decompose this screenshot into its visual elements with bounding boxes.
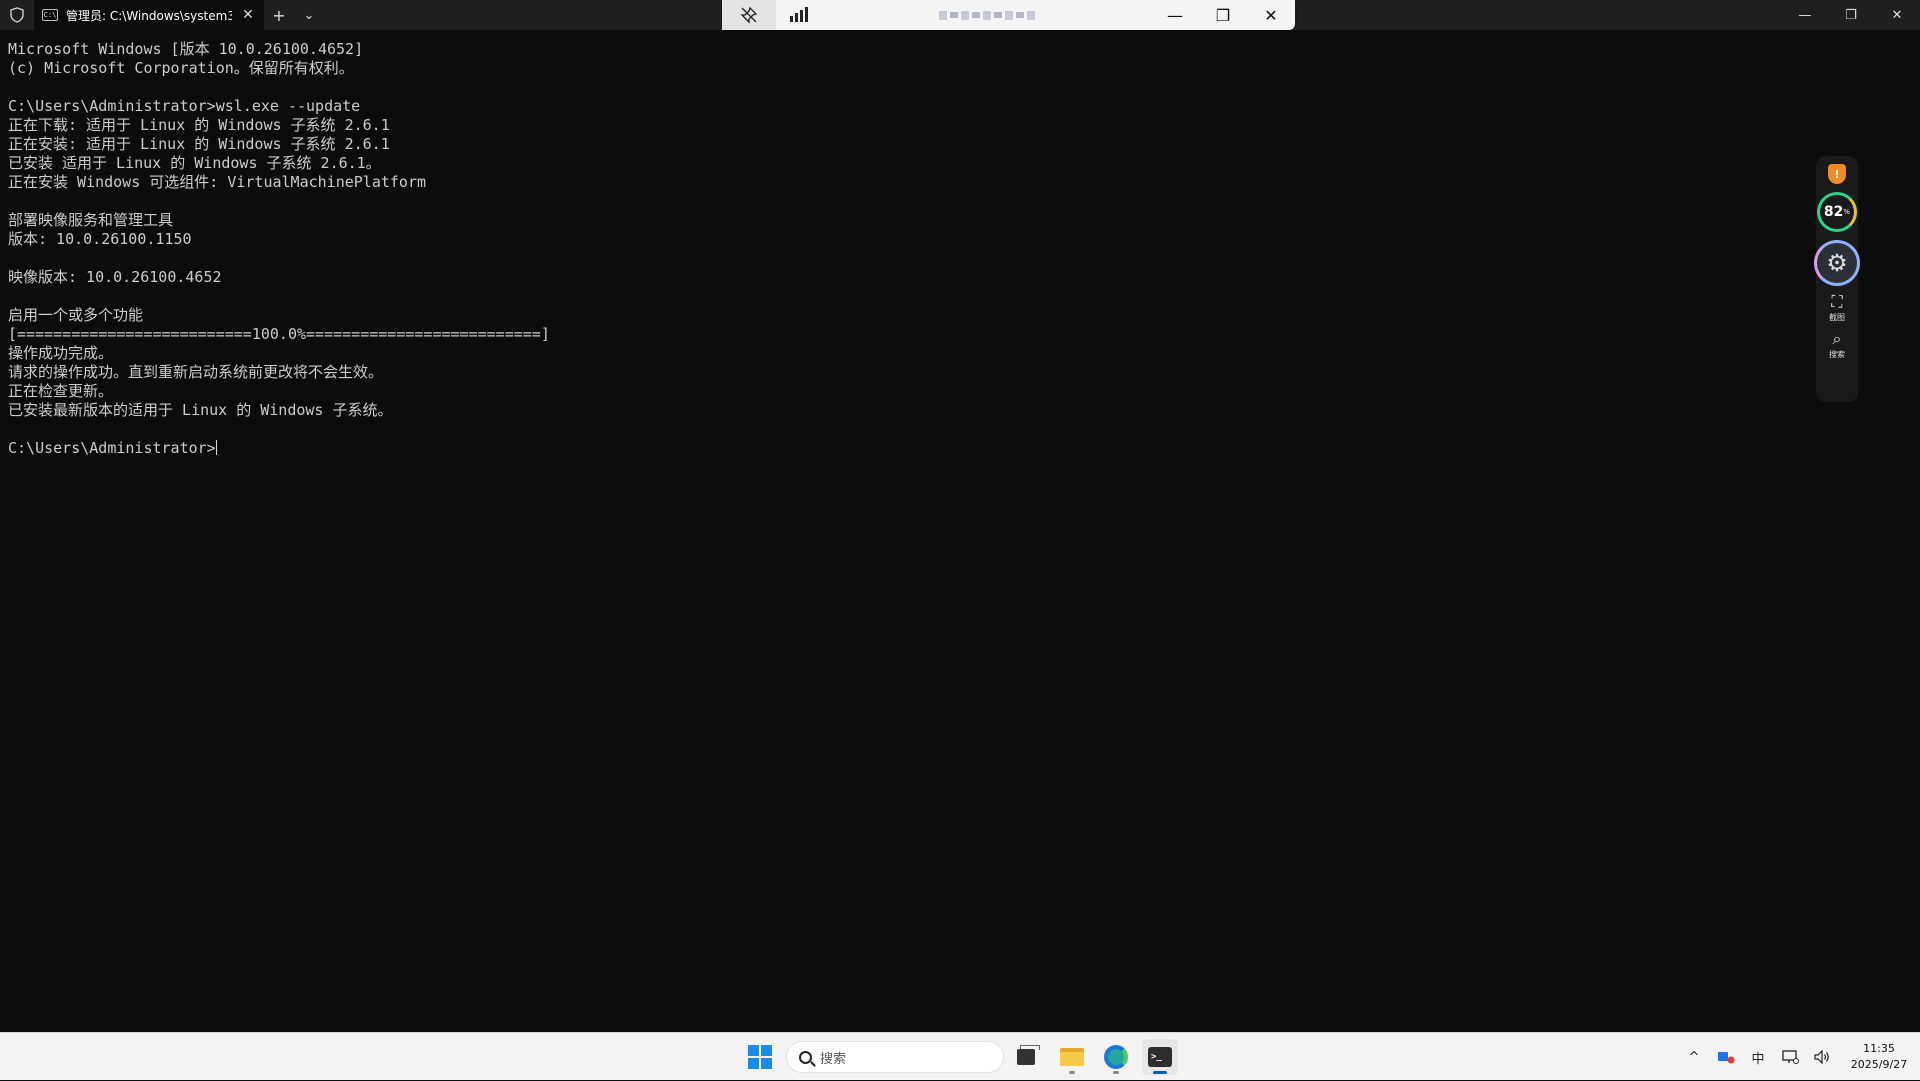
terminal-line: 启用一个或多个功能 xyxy=(8,306,144,324)
gauge-value: 82 xyxy=(1823,204,1844,220)
windows-logo-icon xyxy=(748,1045,759,1056)
terminal-line: 部署映像服务和管理工具 xyxy=(8,211,174,229)
start-button[interactable] xyxy=(748,1045,772,1069)
admin-shield-icon xyxy=(0,0,34,30)
connection-signal-icon[interactable] xyxy=(776,0,822,30)
terminal-line: Microsoft Windows [版本 10.0.26100.4652] xyxy=(8,40,364,58)
file-explorer-button[interactable] xyxy=(1054,1039,1090,1075)
search-tool-label: 搜索 xyxy=(1829,350,1845,359)
text-cursor xyxy=(215,440,217,455)
connection-name-redacted xyxy=(822,10,1151,20)
taskbar: 搜索 >_ ^ 中 11:35 2025/9/27 xyxy=(0,1032,1920,1080)
search-tool[interactable]: ⌕ 搜索 xyxy=(1829,331,1845,360)
tab-title: 管理员: C:\Windows\system32 xyxy=(66,8,232,23)
crop-icon: ⛶ xyxy=(1831,292,1843,311)
terminal-line: 操作成功完成。 xyxy=(8,344,114,362)
screenshot-label: 截图 xyxy=(1829,313,1845,322)
terminal-line: 已安装最新版本的适用于 Linux 的 Windows 子系统。 xyxy=(8,401,393,419)
pin-icon[interactable] xyxy=(722,0,776,30)
screenshot-tool[interactable]: ⛶ 截图 xyxy=(1829,294,1845,323)
terminal-prompt: C:\Users\Administrator> xyxy=(8,439,216,457)
task-view-button[interactable] xyxy=(1008,1039,1044,1075)
close-button[interactable]: ✕ xyxy=(1874,0,1920,30)
assistant-ball-icon[interactable]: ⚙ xyxy=(1814,240,1860,286)
search-icon xyxy=(799,1050,812,1064)
clock-date: 2025/9/27 xyxy=(1850,1058,1908,1071)
minimize-button[interactable]: — xyxy=(1782,0,1828,30)
task-view-icon xyxy=(1017,1045,1040,1065)
gauge-unit: % xyxy=(1843,208,1851,216)
terminal-taskbar-button[interactable]: >_ xyxy=(1142,1039,1178,1075)
terminal-line: 映像版本: 10.0.26100.4652 xyxy=(8,268,222,286)
terminal-line: 正在下载: 适用于 Linux 的 Windows 子系统 2.6.1 xyxy=(8,116,390,134)
restore-button[interactable]: ❐ xyxy=(1828,0,1874,30)
folder-icon xyxy=(1060,1048,1084,1066)
search-icon: ⌕ xyxy=(1832,329,1842,348)
floating-toolbox-widget: ! 82% ⚙ ⛶ 截图 ⌕ 搜索 xyxy=(1814,156,1860,402)
tab-dropdown-button[interactable]: ⌄ xyxy=(294,0,324,30)
remote-minimize-button[interactable]: — xyxy=(1151,0,1199,30)
terminal-line: 已安装 适用于 Linux 的 Windows 子系统 2.6.1。 xyxy=(8,154,381,172)
terminal-prompt-line[interactable]: C:\Users\Administrator> xyxy=(8,439,1912,458)
terminal-line: 正在安装 Windows 可选组件: VirtualMachinePlatfor… xyxy=(8,173,427,191)
terminal-line: C:\Users\Administrator>wsl.exe --update xyxy=(8,97,361,115)
security-status-icon[interactable] xyxy=(1710,1033,1742,1081)
volume-icon[interactable] xyxy=(1806,1033,1838,1081)
ime-indicator[interactable]: 中 xyxy=(1742,1033,1774,1081)
network-icon[interactable] xyxy=(1774,1033,1806,1081)
search-placeholder: 搜索 xyxy=(820,1051,847,1067)
terminal-line: 请求的操作成功。直到重新启动系统前更改将不会生效。 xyxy=(8,363,384,381)
performance-gauge[interactable]: 82% xyxy=(1817,192,1857,232)
tray-overflow-chevron-icon[interactable]: ^ xyxy=(1678,1033,1710,1081)
terminal-line: 正在安装: 适用于 Linux 的 Windows 子系统 2.6.1 xyxy=(8,135,390,153)
terminal-output[interactable]: Microsoft Windows [版本 10.0.26100.4652] (… xyxy=(0,30,1920,1032)
clock-time: 11:35 xyxy=(1863,1042,1895,1055)
terminal-line: (c) Microsoft Corporation。保留所有权利。 xyxy=(8,59,354,77)
terminal-line: 正在检查更新。 xyxy=(8,382,114,400)
terminal-line: [==========================100.0%=======… xyxy=(8,325,550,343)
close-tab-icon[interactable]: ✕ xyxy=(240,7,256,23)
new-tab-button[interactable]: + xyxy=(264,0,294,30)
system-clock[interactable]: 11:35 2025/9/27 xyxy=(1838,1041,1920,1073)
alert-badge-icon[interactable]: ! xyxy=(1828,164,1846,184)
edge-button[interactable] xyxy=(1098,1039,1134,1075)
remote-restore-button[interactable]: ❐ xyxy=(1199,0,1247,30)
terminal-icon: >_ xyxy=(1148,1047,1172,1067)
remote-connection-bar: — ❐ ✕ xyxy=(722,0,1295,30)
edge-browser-icon xyxy=(1104,1045,1128,1069)
terminal-line: 版本: 10.0.26100.1150 xyxy=(8,230,192,248)
remote-close-button[interactable]: ✕ xyxy=(1247,0,1295,30)
taskbar-search-box[interactable]: 搜索 xyxy=(786,1041,1004,1073)
tab-admin-cmd[interactable]: C:\ 管理员: C:\Windows\system32 ✕ xyxy=(34,0,264,30)
system-tray: ^ 中 11:35 2025/9/27 xyxy=(1678,1033,1920,1081)
cmd-icon: C:\ xyxy=(42,9,58,21)
